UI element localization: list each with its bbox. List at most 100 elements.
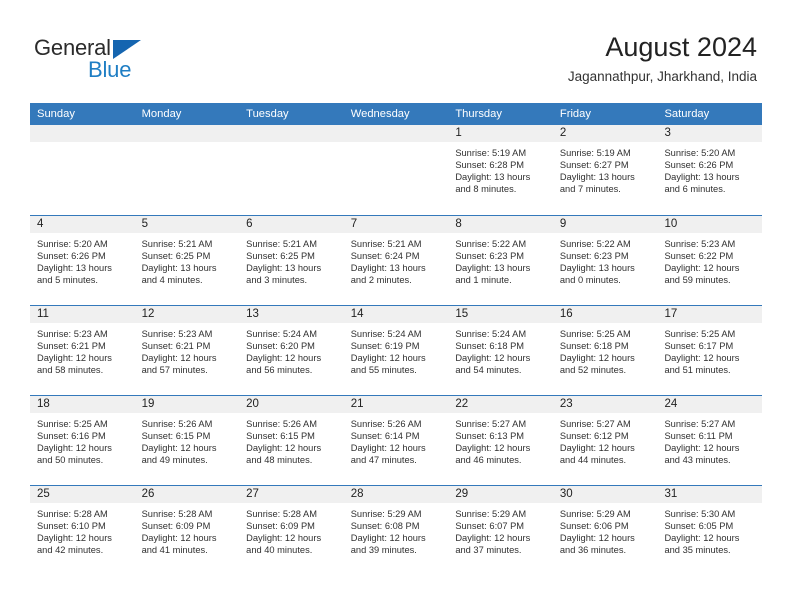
sunset-text: Sunset: 6:09 PM <box>141 521 211 532</box>
day-cell[interactable]: 7 Sunrise: 5:21 AM Sunset: 6:24 PM Daylight… <box>343 216 449 305</box>
day-cell[interactable]: 6 Sunrise: 5:21 AM Sunset: 6:25 PM Daylight… <box>239 216 344 305</box>
sunset-text: Sunset: 6:21 PM <box>141 341 211 352</box>
day-cell[interactable]: 23 Sunrise: 5:27 AM Sunset: 6:12 PM Dayligh… <box>552 396 658 485</box>
day-cell[interactable]: 18 Sunrise: 5:25 AM Sunset: 6:16 PM Dayligh… <box>30 396 135 485</box>
day-cell[interactable]: 22 Sunrise: 5:27 AM Sunset: 6:13 PM Dayligh… <box>448 396 553 485</box>
day-details: Sunrise: 5:24 AM Sunset: 6:19 PM Daylight:… <box>344 323 449 376</box>
day-number: 16 <box>552 306 658 323</box>
day-cell[interactable]: 31 Sunrise: 5:30 AM Sunset: 6:05 PM Dayligh… <box>657 486 763 575</box>
day-details: Sunrise: 5:23 AM Sunset: 6:22 PM Daylight:… <box>657 233 762 286</box>
day-cell[interactable]: 13 Sunrise: 5:24 AM Sunset: 6:20 PM Dayligh… <box>239 306 344 395</box>
day-cell[interactable]: 10 Sunrise: 5:23 AM Sunset: 6:22 PM Dayligh… <box>657 216 763 305</box>
day-cell[interactable]: 4 Sunrise: 5:20 AM Sunset: 6:26 PM Daylight… <box>30 216 135 305</box>
day-number: 23 <box>552 396 658 413</box>
day-cell[interactable]: 24 Sunrise: 5:27 AM Sunset: 6:11 PM Dayligh… <box>657 396 763 485</box>
day-number: 20 <box>239 396 344 413</box>
day-cell[interactable]: 14 Sunrise: 5:24 AM Sunset: 6:19 PM Dayligh… <box>343 306 449 395</box>
day-details: Sunrise: 5:24 AM Sunset: 6:20 PM Daylight:… <box>239 323 344 376</box>
sunrise-text: Sunrise: 5:24 AM <box>246 329 317 339</box>
day-details: Sunrise: 5:20 AM Sunset: 6:26 PM Daylight:… <box>30 233 135 286</box>
calendar-grid: Sunday Monday Tuesday Wednesday Thursday… <box>30 103 763 575</box>
day-number: 27 <box>239 486 344 503</box>
day-cell[interactable]: 8 Sunrise: 5:22 AM Sunset: 6:23 PM Daylight… <box>448 216 553 305</box>
day-cell[interactable]: 15 Sunrise: 5:24 AM Sunset: 6:18 PM Dayligh… <box>448 306 553 395</box>
day-details: Sunrise: 5:27 AM Sunset: 6:13 PM Daylight:… <box>448 413 553 466</box>
day-details: Sunrise: 5:30 AM Sunset: 6:05 PM Daylight:… <box>657 503 762 556</box>
sunset-text: Sunset: 6:24 PM <box>350 251 420 262</box>
logo-text-blue: Blue <box>88 57 132 82</box>
daylight-text: Daylight: 13 hours and 3 minutes. <box>246 263 322 286</box>
sunrise-text: Sunrise: 5:28 AM <box>246 509 317 519</box>
daylight-text: Daylight: 12 hours and 39 minutes. <box>350 533 426 556</box>
sunrise-text: Sunrise: 5:23 AM <box>37 329 108 339</box>
sunrise-text: Sunrise: 5:20 AM <box>37 239 108 249</box>
daylight-text: Daylight: 12 hours and 55 minutes. <box>350 353 426 376</box>
sunset-text: Sunset: 6:09 PM <box>246 521 315 532</box>
calendar-week-row: 18 Sunrise: 5:25 AM Sunset: 6:16 PM Dayligh… <box>30 395 763 485</box>
day-cell[interactable]: 25 Sunrise: 5:28 AM Sunset: 6:10 PM Dayligh… <box>30 486 135 575</box>
sunset-text: Sunset: 6:25 PM <box>246 251 315 262</box>
daylight-text: Daylight: 12 hours and 48 minutes. <box>246 443 322 466</box>
daylight-text: Daylight: 12 hours and 52 minutes. <box>559 353 635 376</box>
sunrise-text: Sunrise: 5:30 AM <box>664 509 736 519</box>
day-cell[interactable]: 1 Sunrise: 5:19 AM Sunset: 6:28 PM Daylight… <box>448 125 553 215</box>
daylight-text: Daylight: 13 hours and 6 minutes. <box>664 172 740 195</box>
day-details: Sunrise: 5:19 AM Sunset: 6:28 PM Daylight:… <box>448 142 553 195</box>
day-cell[interactable]: 2 Sunrise: 5:19 AM Sunset: 6:27 PM Daylight… <box>552 125 658 215</box>
sunset-text: Sunset: 6:28 PM <box>455 160 525 171</box>
day-cell[interactable]: 12 Sunrise: 5:23 AM Sunset: 6:21 PM Dayligh… <box>134 306 240 395</box>
day-number <box>239 125 344 142</box>
calendar-page: General Blue August 2024 Jagannathpur, J… <box>0 0 792 612</box>
sunrise-text: Sunrise: 5:23 AM <box>141 329 213 339</box>
day-cell[interactable]: 3 Sunrise: 5:20 AM Sunset: 6:26 PM Daylight… <box>657 125 763 215</box>
day-details: Sunrise: 5:19 AM Sunset: 6:27 PM Daylight:… <box>553 142 658 195</box>
sunset-text: Sunset: 6:10 PM <box>37 521 106 532</box>
day-cell[interactable]: 28 Sunrise: 5:29 AM Sunset: 6:08 PM Dayligh… <box>343 486 449 575</box>
daylight-text: Daylight: 12 hours and 36 minutes. <box>559 533 635 556</box>
day-number <box>30 125 135 142</box>
day-cell[interactable]: 17 Sunrise: 5:25 AM Sunset: 6:17 PM Dayligh… <box>657 306 763 395</box>
day-details: Sunrise: 5:26 AM Sunset: 6:15 PM Daylight:… <box>135 413 240 466</box>
day-cell[interactable]: 9 Sunrise: 5:22 AM Sunset: 6:23 PM Daylight… <box>552 216 658 305</box>
day-cell[interactable]: 26 Sunrise: 5:28 AM Sunset: 6:09 PM Dayligh… <box>134 486 240 575</box>
day-cell[interactable]: 19 Sunrise: 5:26 AM Sunset: 6:15 PM Dayligh… <box>134 396 240 485</box>
sunrise-text: Sunrise: 5:28 AM <box>37 509 108 519</box>
day-number: 30 <box>552 486 658 503</box>
day-details: Sunrise: 5:24 AM Sunset: 6:18 PM Daylight:… <box>448 323 553 376</box>
sunset-text: Sunset: 6:18 PM <box>455 341 525 352</box>
daylight-text: Daylight: 13 hours and 5 minutes. <box>37 263 112 286</box>
day-number: 22 <box>448 396 553 413</box>
sunrise-text: Sunrise: 5:26 AM <box>350 419 422 429</box>
day-details: Sunrise: 5:23 AM Sunset: 6:21 PM Daylight:… <box>135 323 240 376</box>
sunset-text: Sunset: 6:11 PM <box>664 431 733 442</box>
day-cell[interactable]: 16 Sunrise: 5:25 AM Sunset: 6:18 PM Dayligh… <box>552 306 658 395</box>
day-cell[interactable]: 29 Sunrise: 5:29 AM Sunset: 6:07 PM Dayligh… <box>448 486 553 575</box>
sunset-text: Sunset: 6:17 PM <box>664 341 734 352</box>
sunrise-text: Sunrise: 5:27 AM <box>455 419 527 429</box>
calendar-week-row: 25 Sunrise: 5:28 AM Sunset: 6:10 PM Dayligh… <box>30 485 763 575</box>
day-details: Sunrise: 5:25 AM Sunset: 6:18 PM Daylight:… <box>553 323 658 376</box>
daylight-text: Daylight: 12 hours and 59 minutes. <box>664 263 740 286</box>
sunset-text: Sunset: 6:13 PM <box>455 431 525 442</box>
day-details: Sunrise: 5:21 AM Sunset: 6:25 PM Daylight:… <box>239 233 344 286</box>
day-cell[interactable]: 5 Sunrise: 5:21 AM Sunset: 6:25 PM Daylight… <box>134 216 240 305</box>
day-cell[interactable]: 20 Sunrise: 5:26 AM Sunset: 6:15 PM Dayligh… <box>239 396 344 485</box>
general-blue-logo[interactable]: General Blue <box>34 36 234 88</box>
day-cell[interactable]: 27 Sunrise: 5:28 AM Sunset: 6:09 PM Dayligh… <box>239 486 344 575</box>
sunrise-text: Sunrise: 5:25 AM <box>37 419 108 429</box>
daylight-text: Daylight: 12 hours and 42 minutes. <box>37 533 112 556</box>
day-number: 1 <box>448 125 553 142</box>
daylight-text: Daylight: 12 hours and 35 minutes. <box>664 533 740 556</box>
day-cell[interactable]: 21 Sunrise: 5:26 AM Sunset: 6:14 PM Dayligh… <box>343 396 449 485</box>
page-header: General Blue August 2024 Jagannathpur, J… <box>0 0 792 103</box>
daylight-text: Daylight: 13 hours and 0 minutes. <box>559 263 635 286</box>
day-number: 5 <box>134 216 240 233</box>
day-cell[interactable]: 30 Sunrise: 5:29 AM Sunset: 6:06 PM Dayligh… <box>552 486 658 575</box>
day-number: 13 <box>239 306 344 323</box>
sunset-text: Sunset: 6:06 PM <box>559 521 629 532</box>
day-number: 8 <box>448 216 553 233</box>
day-details: Sunrise: 5:28 AM Sunset: 6:10 PM Daylight:… <box>30 503 135 556</box>
day-cell[interactable]: 11 Sunrise: 5:23 AM Sunset: 6:21 PM Dayligh… <box>30 306 135 395</box>
sunset-text: Sunset: 6:14 PM <box>350 431 420 442</box>
daylight-text: Daylight: 12 hours and 58 minutes. <box>37 353 112 376</box>
